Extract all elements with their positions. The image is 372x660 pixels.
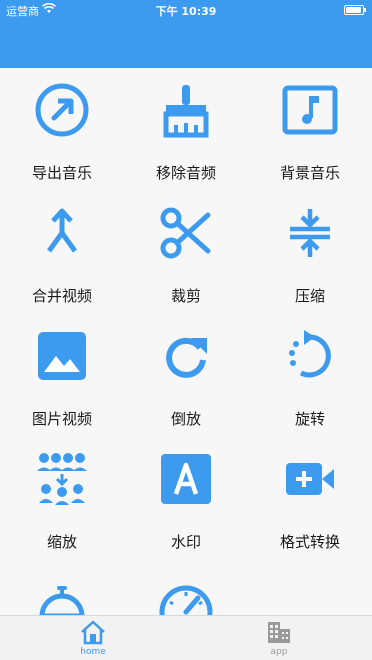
export-music-icon (32, 80, 92, 140)
status-time: 下午 10:39 (155, 5, 217, 18)
tool-label: 水印 (170, 533, 201, 551)
tab-label-home: home (80, 647, 106, 657)
scale-icon (32, 449, 92, 509)
tool-export-music[interactable]: 导出音乐 (0, 68, 124, 191)
tools-grid: 导出音乐 移除音频 背景音乐 合并视频 裁剪 压缩 图片视频 倒放 旋转 缩放 … (0, 68, 372, 615)
tool-rotate[interactable]: 旋转 (248, 314, 372, 437)
tool-merge-video[interactable]: 合并视频 (0, 191, 124, 314)
tool-label: 压缩 (294, 287, 325, 305)
bottom-tab-bar: home app (0, 615, 372, 660)
tool-format-convert[interactable]: 格式转换 (248, 437, 372, 560)
rotate-icon (280, 326, 340, 386)
home-icon (80, 619, 106, 645)
tool-label: 图片视频 (31, 410, 92, 428)
tab-home[interactable]: home (0, 616, 186, 660)
tool-speed[interactable] (124, 560, 248, 615)
tool-reverse[interactable]: 倒放 (124, 314, 248, 437)
compress-icon (280, 203, 340, 263)
bell-icon (32, 572, 92, 615)
tool-background-music[interactable]: 背景音乐 (248, 68, 372, 191)
background-music-icon (280, 80, 340, 140)
tool-label: 移除音频 (155, 164, 216, 182)
tool-watermark[interactable]: 水印 (124, 437, 248, 560)
tool-label: 导出音乐 (31, 164, 92, 182)
merge-video-icon (32, 203, 92, 263)
tool-compress[interactable]: 压缩 (248, 191, 372, 314)
tool-remove-audio[interactable]: 移除音频 (124, 68, 248, 191)
tool-label: 倒放 (170, 410, 201, 428)
tool-label: 缩放 (46, 533, 77, 551)
tool-label: 旋转 (294, 410, 325, 428)
image-video-icon (32, 326, 92, 386)
tool-scale[interactable]: 缩放 (0, 437, 124, 560)
tab-label-app: app (270, 647, 288, 657)
remove-audio-icon (156, 80, 216, 140)
app-bar: 运营商 下午 10:39 (0, 0, 372, 68)
tool-label: 合并视频 (31, 287, 92, 305)
tool-label: 格式转换 (279, 533, 340, 551)
format-convert-icon (280, 449, 340, 509)
tool-label: 裁剪 (170, 287, 201, 305)
tab-app[interactable]: app (186, 616, 372, 660)
tool-bell[interactable] (0, 560, 124, 615)
battery-icon (344, 5, 366, 15)
speed-icon (156, 572, 216, 615)
watermark-icon (156, 449, 216, 509)
tool-crop[interactable]: 裁剪 (124, 191, 248, 314)
tool-image-video[interactable]: 图片视频 (0, 314, 124, 437)
tool-label: 背景音乐 (279, 164, 340, 182)
reverse-icon (156, 326, 216, 386)
building-icon (266, 619, 292, 645)
crop-scissors-icon (156, 203, 216, 263)
status-bar: 运营商 下午 10:39 (0, 0, 372, 20)
